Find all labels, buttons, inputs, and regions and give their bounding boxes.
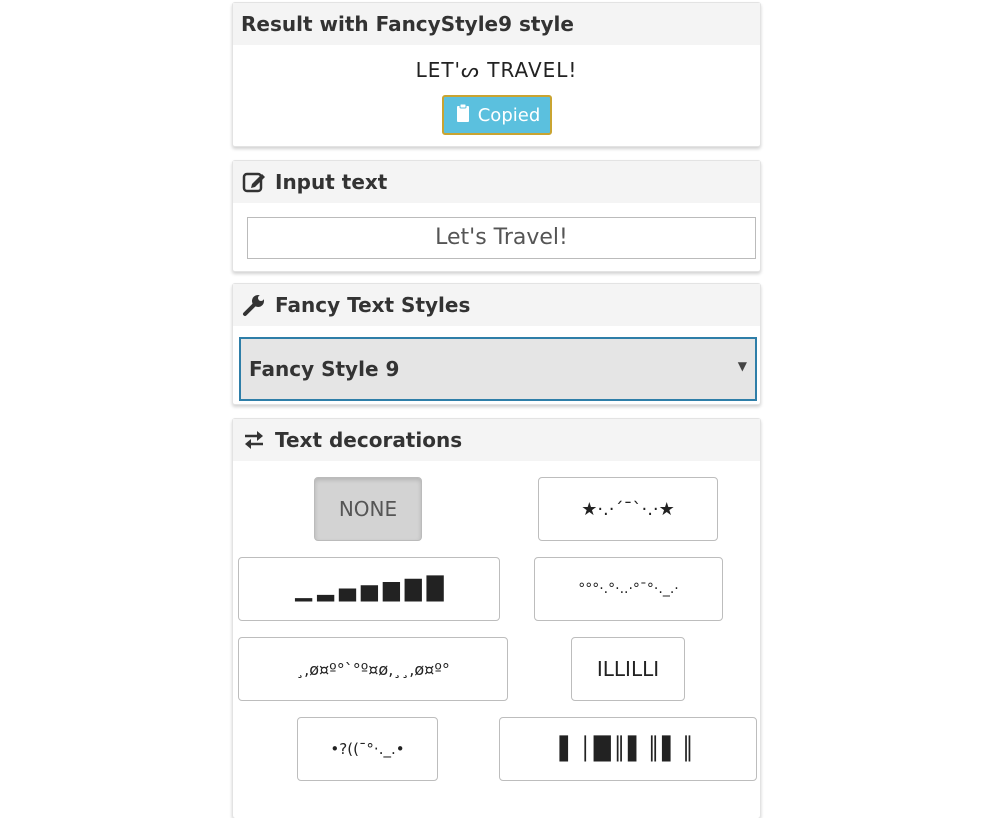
decoration-stars-button[interactable]: ★·.·´¯`·.·★ xyxy=(538,477,718,541)
clipboard-icon xyxy=(454,103,472,128)
decoration-dots-button[interactable]: °°°·.°·..·°¯°·._.· xyxy=(534,557,723,621)
input-heading: Input text xyxy=(275,170,388,194)
input-heading-row: Input text xyxy=(233,161,760,203)
result-panel: Result with FancyStyle9 style LET'ᔕ TRAV… xyxy=(232,2,761,147)
copy-button-label: Copied xyxy=(477,104,541,126)
input-panel: Input text Let's Travel! xyxy=(232,160,761,272)
styles-panel: Fancy Text Styles Fancy Style 9 ▼ xyxy=(232,283,761,405)
styles-heading: Fancy Text Styles xyxy=(275,293,471,317)
style-select[interactable]: Fancy Style 9 ▼ xyxy=(239,337,757,401)
dropdown-arrow-icon: ▼ xyxy=(737,359,747,373)
styles-heading-row: Fancy Text Styles xyxy=(233,284,760,326)
result-text: LET'ᔕ TRAVEL! xyxy=(415,58,578,82)
edit-icon xyxy=(241,169,267,195)
decorations-heading: Text decorations xyxy=(275,428,463,452)
decoration-blocks-button[interactable]: ▁ ▂ ▄ ▅ ▆ ▇ █ xyxy=(238,557,500,621)
style-select-value: Fancy Style 9 xyxy=(249,357,400,381)
decorations-heading-row: Text decorations xyxy=(233,419,760,461)
wrench-icon xyxy=(241,292,267,318)
decoration-illilli-button[interactable]: ILLILLI xyxy=(571,637,685,701)
decoration-barcode-button[interactable]: ▌│█║▌║▌║ xyxy=(499,717,757,781)
result-heading: Result with FancyStyle9 style xyxy=(233,3,760,45)
decoration-smile-button[interactable]: •?((¯°·._.• xyxy=(297,717,438,781)
decoration-none-button[interactable]: NONE xyxy=(314,477,422,541)
text-input[interactable]: Let's Travel! xyxy=(247,217,756,259)
copy-button[interactable]: Copied xyxy=(442,95,552,135)
decoration-cedilla-button[interactable]: ¸,ø¤º°`°º¤ø,¸¸,ø¤º° xyxy=(238,637,508,701)
exchange-icon xyxy=(241,427,267,453)
decorations-panel: Text decorations NONE ★·.·´¯`·.·★ ▁ ▂ ▄ … xyxy=(232,418,761,818)
